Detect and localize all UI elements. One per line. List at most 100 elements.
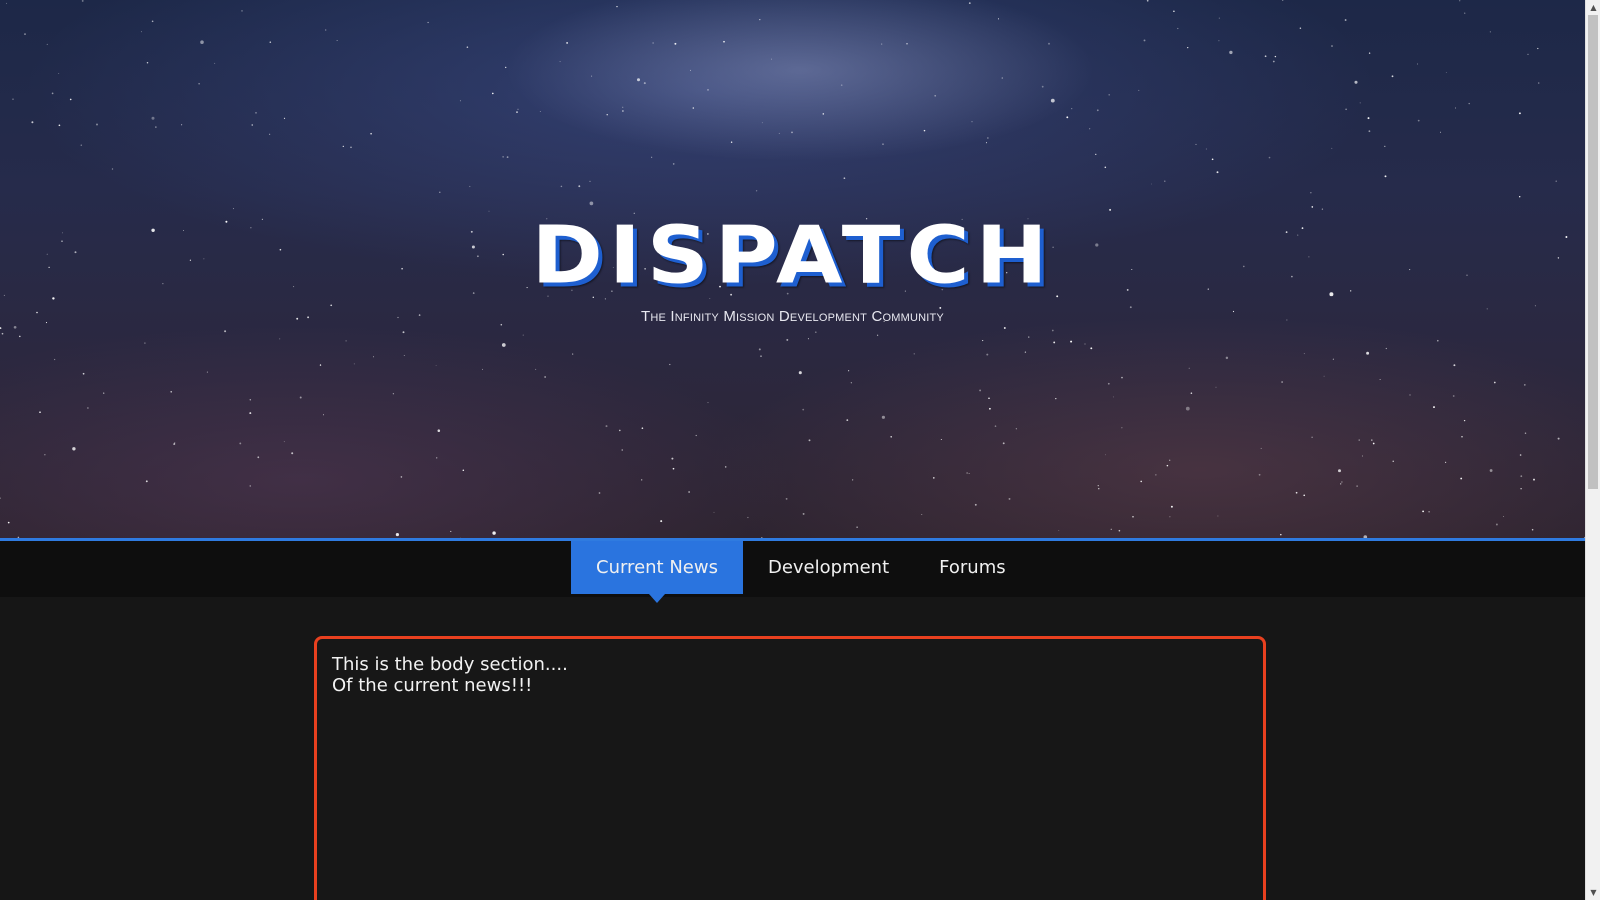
star <box>852 479 854 481</box>
star <box>1379 379 1381 380</box>
star <box>814 331 817 334</box>
star <box>1523 384 1526 386</box>
star <box>1422 510 1424 513</box>
star <box>971 121 973 123</box>
star <box>1311 206 1314 208</box>
star <box>1555 180 1557 182</box>
star <box>1385 347 1387 350</box>
star <box>1264 55 1267 58</box>
star <box>1058 530 1060 531</box>
star <box>214 62 216 64</box>
star <box>462 469 465 472</box>
star <box>1024 351 1027 353</box>
star <box>890 436 892 438</box>
star <box>1205 148 1207 150</box>
star <box>1531 528 1534 531</box>
star <box>921 514 923 515</box>
star <box>778 132 780 134</box>
star <box>1281 381 1283 383</box>
star <box>1331 45 1333 47</box>
nav-items: Current News Development Forums <box>571 541 1031 603</box>
star <box>758 348 761 351</box>
star <box>1392 460 1394 462</box>
star <box>283 117 286 120</box>
star <box>46 43 48 45</box>
star <box>618 429 621 432</box>
site-logo[interactable]: DISPATCH <box>0 210 1585 302</box>
star <box>688 491 690 493</box>
star <box>913 353 915 355</box>
star <box>1519 196 1521 198</box>
star <box>671 457 674 460</box>
star <box>1190 392 1193 394</box>
star <box>1464 12 1466 14</box>
star <box>1519 454 1522 456</box>
star <box>522 334 524 336</box>
scroll-down-arrow-icon[interactable]: ▼ <box>1586 885 1600 900</box>
star <box>1170 505 1173 508</box>
star <box>791 131 793 134</box>
star <box>807 338 809 340</box>
vertical-scrollbar[interactable]: ▲ ▼ <box>1585 0 1600 900</box>
scroll-up-arrow-icon[interactable]: ▲ <box>1586 0 1600 15</box>
star <box>517 108 519 110</box>
star <box>1445 71 1447 73</box>
scrollbar-thumb[interactable] <box>1588 15 1598 489</box>
star <box>239 442 242 445</box>
nav-tab-current-news[interactable]: Current News <box>571 541 743 603</box>
star <box>437 429 441 432</box>
star <box>713 511 715 513</box>
star <box>1097 485 1099 487</box>
star <box>198 83 200 85</box>
star <box>1433 406 1435 409</box>
star <box>1218 40 1220 42</box>
star <box>1132 515 1134 518</box>
star <box>1105 454 1107 456</box>
star <box>1155 474 1157 476</box>
star <box>850 382 852 384</box>
star <box>1008 497 1011 500</box>
star <box>72 447 76 451</box>
star <box>330 304 333 307</box>
nav-tab-development[interactable]: Development <box>743 541 914 594</box>
star <box>672 163 675 165</box>
star <box>723 40 725 43</box>
star <box>786 338 789 341</box>
nav-tab-forums[interactable]: Forums <box>914 541 1030 594</box>
star <box>1368 52 1371 54</box>
news-body-section: This is the body section.... Of the curr… <box>314 636 1266 900</box>
star <box>103 392 105 394</box>
star <box>1341 481 1343 483</box>
star <box>1366 351 1370 355</box>
star <box>1140 480 1143 483</box>
star <box>1218 17 1220 19</box>
star <box>544 376 546 378</box>
star <box>724 466 727 468</box>
star <box>1098 488 1100 490</box>
star <box>881 415 885 419</box>
star <box>1372 442 1375 445</box>
star <box>1169 516 1171 518</box>
star <box>1371 439 1373 441</box>
star <box>808 439 811 442</box>
star <box>591 75 593 77</box>
star <box>206 371 208 373</box>
star <box>660 520 663 523</box>
star <box>1493 381 1496 384</box>
star <box>291 452 294 455</box>
star <box>932 477 935 479</box>
star <box>994 425 997 427</box>
star <box>1354 80 1358 84</box>
star <box>81 0 84 2</box>
star <box>1015 428 1017 430</box>
star <box>730 141 733 143</box>
star <box>502 156 504 158</box>
star <box>559 61 561 63</box>
star <box>392 393 395 395</box>
star <box>1557 437 1560 440</box>
star <box>578 185 581 188</box>
star <box>1216 171 1219 174</box>
star <box>1489 31 1491 33</box>
star <box>1 332 4 335</box>
star <box>1459 0 1461 2</box>
